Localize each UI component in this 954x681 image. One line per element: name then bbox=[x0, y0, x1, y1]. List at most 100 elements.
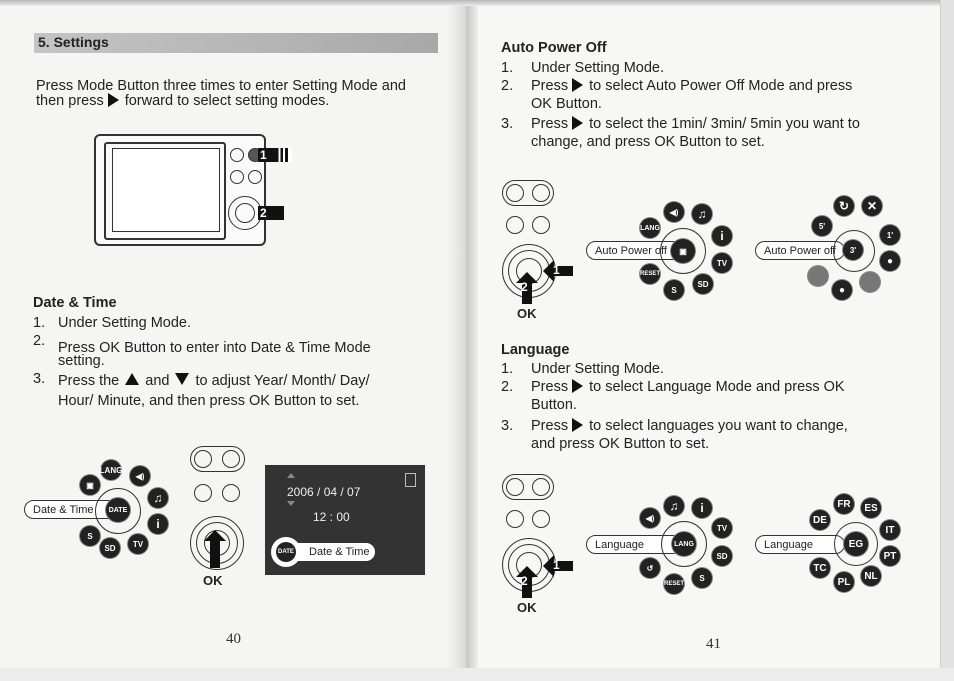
camera-illustration: 1 2 bbox=[92, 130, 292, 250]
language-option: PL bbox=[834, 572, 854, 592]
screen-time: 12 : 00 bbox=[313, 510, 350, 524]
tv-icon: TV bbox=[712, 253, 732, 273]
language-option-current: EG bbox=[844, 532, 868, 556]
language-option: PT bbox=[880, 546, 900, 566]
sound-icon: ◀) bbox=[664, 202, 684, 222]
step-text: OK Button. bbox=[531, 96, 602, 112]
close-icon: ✕ bbox=[862, 196, 882, 216]
language-option: IT bbox=[880, 520, 900, 540]
lang-icon: LANG bbox=[672, 532, 696, 556]
step-text: Button. bbox=[531, 397, 577, 413]
step-text: to select Auto Power Off Mode and press bbox=[589, 78, 853, 94]
down-indicator-icon bbox=[287, 501, 295, 506]
step-number: 3. bbox=[33, 371, 46, 387]
callout-1-number: 1 bbox=[553, 263, 560, 277]
screen-label: Date & Time bbox=[309, 546, 370, 558]
callout-1-number: 1 bbox=[553, 558, 560, 572]
callout-1-number: 1 bbox=[260, 148, 267, 162]
sd-format-icon: SD bbox=[693, 274, 713, 294]
step-number: 3. bbox=[501, 116, 514, 132]
step-3-line: Press to select languages you want to cha… bbox=[531, 418, 848, 435]
info-icon: i bbox=[148, 514, 168, 534]
tv-icon: TV bbox=[712, 518, 732, 538]
step-text: Under Setting Mode. bbox=[58, 315, 191, 331]
step-number: 1. bbox=[33, 315, 46, 331]
music-icon: ♫ bbox=[664, 496, 684, 516]
callout-2-number: 2 bbox=[260, 206, 267, 220]
right-arrow-icon bbox=[572, 78, 584, 92]
ok-label: OK bbox=[203, 573, 223, 588]
ok-label: OK bbox=[517, 600, 537, 615]
reset-icon: RESET bbox=[664, 574, 684, 594]
step-number: 1. bbox=[501, 60, 514, 76]
step-text: to select Language Mode and press OK bbox=[589, 379, 845, 395]
step-number: 1. bbox=[501, 361, 514, 377]
intro-post: forward to select setting modes. bbox=[124, 93, 330, 109]
step-text: and bbox=[145, 373, 170, 389]
right-arrow-icon bbox=[572, 379, 584, 393]
page-number-left: 40 bbox=[226, 631, 241, 647]
callout-2-number: 2 bbox=[521, 280, 528, 294]
lang-icon: LANG bbox=[640, 218, 660, 238]
camera-lcd bbox=[112, 148, 220, 232]
step-text: to adjust Year/ Month/ Day/ bbox=[195, 373, 370, 389]
step-3-line: Press the and to adjust Year/ Month/ Day/ bbox=[58, 373, 370, 390]
menu-label: Language bbox=[595, 538, 644, 551]
step-text: Under Setting Mode. bbox=[531, 361, 664, 377]
section-title: 5. Settings bbox=[38, 34, 109, 50]
music-icon: ♫ bbox=[148, 488, 168, 508]
page-number-right: 41 bbox=[706, 636, 721, 652]
language-option: NL bbox=[861, 566, 881, 586]
submenu-label: Auto Power off bbox=[764, 244, 836, 257]
step-text: to select the 1min/ 3min/ 5min you want … bbox=[589, 116, 860, 132]
submenu-label-pill: Auto Power off bbox=[755, 241, 845, 260]
auto-power-icon: ▣ bbox=[671, 239, 695, 263]
book-gutter bbox=[448, 0, 478, 668]
step-3-line: Press to select the 1min/ 3min/ 5min you … bbox=[531, 116, 860, 133]
sd-format-icon: SD bbox=[712, 546, 732, 566]
step-text: setting. bbox=[58, 353, 105, 369]
down-arrow-icon bbox=[175, 373, 190, 385]
page-edge bbox=[940, 0, 954, 681]
tv-s-icon: S bbox=[80, 526, 100, 546]
menu-label: Date & Time bbox=[33, 503, 94, 516]
date-time-screen: 2006 / 04 / 07 12 : 00 DATE Date & Time bbox=[265, 465, 425, 575]
step-text: change, and press OK Button to set. bbox=[531, 134, 765, 150]
submenu-label-pill: Language bbox=[755, 535, 845, 554]
intro-pre: then press bbox=[36, 93, 104, 109]
info-icon: i bbox=[712, 226, 732, 246]
step-text: Press bbox=[531, 78, 569, 94]
step-number: 2. bbox=[501, 379, 514, 395]
dot-icon: ● bbox=[880, 251, 900, 271]
step-text: Hour/ Minute, and then press OK Button t… bbox=[58, 393, 360, 409]
dot-icon: ● bbox=[832, 280, 852, 300]
screen-date-badge: DATE bbox=[276, 542, 296, 562]
step-text: to select languages you want to change, bbox=[589, 418, 848, 434]
language-option: TC bbox=[810, 558, 830, 578]
step-text: Press OK Button to enter into Date & Tim… bbox=[58, 340, 371, 356]
step-text: Under Setting Mode. bbox=[531, 60, 664, 76]
step-2-line: Press to select Language Mode and press O… bbox=[531, 379, 845, 396]
option-1min: 1' bbox=[880, 225, 900, 245]
tv-s-icon: S bbox=[664, 280, 684, 300]
step-number: 2. bbox=[33, 333, 46, 349]
language-option: DE bbox=[810, 510, 830, 530]
submenu-label: Language bbox=[764, 538, 813, 551]
step-text: Press bbox=[531, 379, 569, 395]
up-indicator-icon bbox=[287, 473, 295, 478]
sd-card-icon bbox=[405, 473, 416, 487]
ok-label: OK bbox=[517, 306, 537, 321]
music-icon: ♫ bbox=[692, 204, 712, 224]
language-option: FR bbox=[834, 494, 854, 514]
up-arrow-icon bbox=[125, 373, 140, 385]
step-text: Press bbox=[531, 418, 569, 434]
top-shadow bbox=[0, 0, 954, 6]
sd-format-icon: SD bbox=[100, 538, 120, 558]
step-number: 3. bbox=[501, 418, 514, 434]
control-pad-left bbox=[190, 446, 250, 586]
date-time-heading: Date & Time bbox=[33, 295, 117, 311]
right-arrow-icon bbox=[572, 116, 584, 130]
callout-2-number: 2 bbox=[521, 574, 528, 588]
tv-s-icon: S bbox=[692, 568, 712, 588]
auto-power-off-heading: Auto Power Off bbox=[501, 40, 607, 56]
